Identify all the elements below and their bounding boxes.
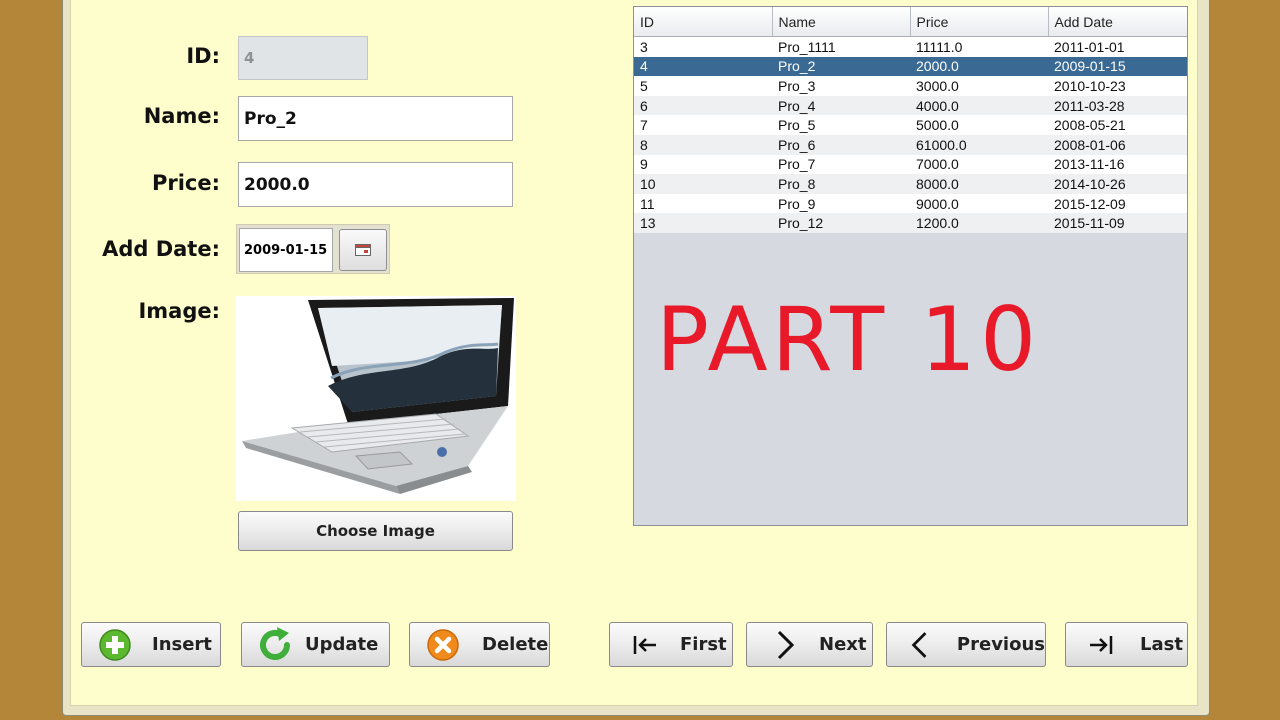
column-header-add-date[interactable]: Add Date [1048,7,1187,37]
cell-price: 2000.0 [910,56,1048,77]
product-image [236,296,516,501]
cell-id: 8 [634,134,772,155]
cell-price: 3000.0 [910,76,1048,96]
cell-add-date: 2015-11-09 [1048,213,1187,233]
previous-label: Previous [956,634,1045,655]
cell-id: 5 [634,76,772,96]
id-label: ID: [186,44,220,68]
update-label: Update [305,634,379,655]
cell-name: Pro_12 [772,213,910,233]
calendar-button[interactable] [339,229,387,271]
name-field[interactable]: Pro_2 [238,96,513,141]
plus-circle-icon [99,628,131,661]
choose-image-label: Choose Image [316,522,435,540]
cell-price: 1200.0 [910,213,1048,233]
cell-name: Pro_1111 [772,36,910,57]
table-row[interactable]: 11 Pro_9 9000.0 2015-12-09 [634,193,1187,214]
cell-id: 6 [634,95,772,116]
first-label: First [680,634,727,655]
first-arrow-icon [633,635,656,654]
last-label: Last [1140,634,1183,655]
previous-button[interactable]: Previous [886,622,1046,667]
table-row[interactable]: 9 Pro_7 7000.0 2013-11-16 [634,154,1187,175]
cell-add-date: 2011-03-28 [1048,95,1187,116]
date-input[interactable]: 2009-01-15 [239,228,333,272]
cell-add-date: 2014-10-26 [1048,174,1187,194]
part-overlay-text: PART 10 [656,288,1041,391]
column-header-id[interactable]: ID [634,7,773,37]
update-button[interactable]: Update [241,622,390,667]
cell-price: 11111.0 [910,36,1048,57]
table-row[interactable]: 5 Pro_3 3000.0 2010-10-23 [634,76,1187,96]
calendar-icon [355,244,371,256]
delete-button[interactable]: Delete [409,622,550,667]
cell-add-date: 2008-05-21 [1048,115,1187,135]
x-circle-icon [427,628,459,661]
cell-id: 10 [634,174,772,194]
id-field: 4 [238,36,368,80]
cell-name: Pro_5 [772,115,910,135]
cell-add-date: 2011-01-01 [1048,36,1187,57]
cell-price: 8000.0 [910,174,1048,194]
chevron-left-icon [911,631,927,658]
cell-id: 13 [634,213,772,233]
add-date-label: Add Date: [102,237,220,261]
last-button[interactable]: Last [1065,622,1188,667]
choose-image-button[interactable]: Choose Image [238,511,513,551]
delete-label: Delete [482,634,549,655]
column-header-name[interactable]: Name [772,7,911,37]
cell-id: 4 [634,56,772,77]
price-field[interactable]: 2000.0 [238,162,513,207]
cell-name: Pro_4 [772,95,910,116]
cell-price: 9000.0 [910,193,1048,214]
cell-add-date: 2009-01-15 [1048,56,1187,77]
next-label: Next [819,634,867,655]
refresh-icon [260,626,290,660]
table-row[interactable]: 10 Pro_8 8000.0 2014-10-26 [634,174,1187,194]
chevron-right-icon [777,630,795,659]
table-row[interactable]: 3 Pro_1111 11111.0 2011-01-01 [634,36,1187,57]
cell-name: Pro_7 [772,154,910,175]
products-table[interactable]: ID Name Price Add Date 3 Pro_1111 11111.… [633,6,1188,526]
image-label: Image: [138,299,220,323]
cell-id: 11 [634,193,772,214]
table-row[interactable]: 13 Pro_12 1200.0 2015-11-09 [634,213,1187,233]
cell-name: Pro_9 [772,193,910,214]
column-header-price[interactable]: Price [910,7,1049,37]
cell-price: 61000.0 [910,134,1048,155]
cell-id: 3 [634,36,772,57]
name-label: Name: [143,104,220,128]
cell-add-date: 2010-10-23 [1048,76,1187,96]
price-label: Price: [151,171,220,195]
cell-name: Pro_8 [772,174,910,194]
cell-price: 4000.0 [910,95,1048,116]
cell-price: 7000.0 [910,154,1048,175]
next-button[interactable]: Next [746,622,873,667]
laptop-image [242,298,514,494]
cell-name: Pro_2 [772,56,910,77]
first-button[interactable]: First [609,622,733,667]
cell-add-date: 2015-12-09 [1048,193,1187,214]
insert-label: Insert [152,634,212,655]
cell-name: Pro_6 [772,134,910,155]
cell-add-date: 2008-01-06 [1048,134,1187,155]
table-row[interactable]: 6 Pro_4 4000.0 2011-03-28 [634,95,1187,116]
cell-id: 9 [634,154,772,175]
cell-add-date: 2013-11-16 [1048,154,1187,175]
last-arrow-icon [1090,635,1113,654]
cell-name: Pro_3 [772,76,910,96]
table-row[interactable]: 8 Pro_6 61000.0 2008-01-06 [634,134,1187,155]
table-row[interactable]: 7 Pro_5 5000.0 2008-05-21 [634,115,1187,135]
cell-id: 7 [634,115,772,135]
cell-price: 5000.0 [910,115,1048,135]
insert-button[interactable]: Insert [81,622,221,667]
table-row-selected[interactable]: 4 Pro_2 2000.0 2009-01-15 [634,56,1187,77]
